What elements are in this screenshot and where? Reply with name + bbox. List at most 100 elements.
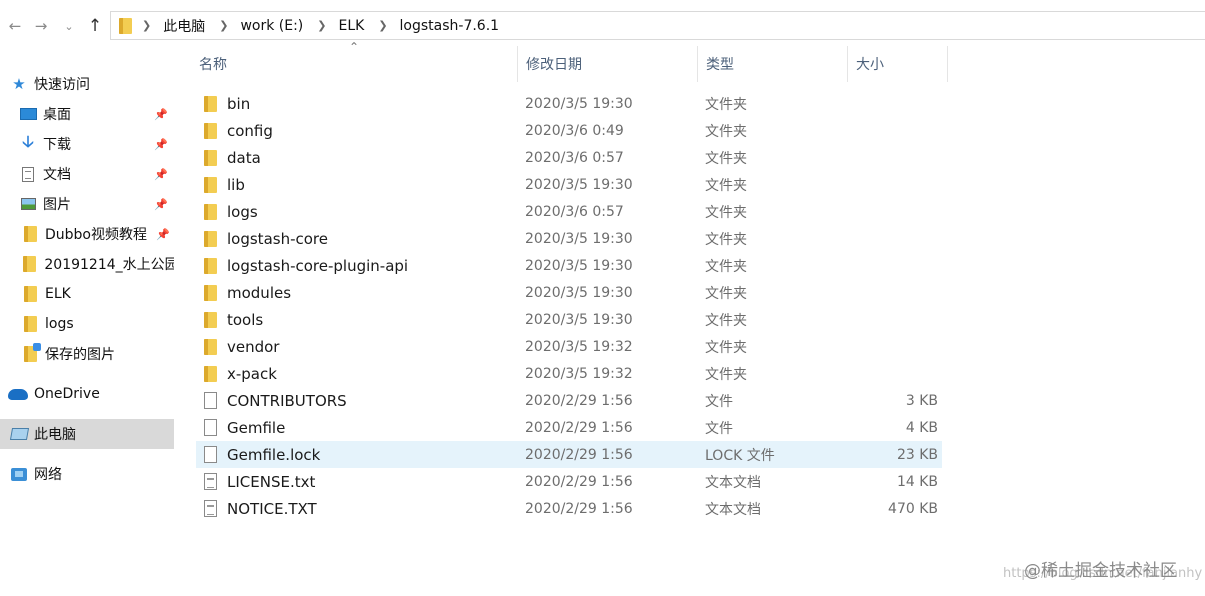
table-row[interactable]: CONTRIBUTORS 2020/2/29 1:56 文件 3 KB xyxy=(196,387,942,414)
table-row[interactable]: logs 2020/3/6 0:57 文件夹 xyxy=(196,198,942,225)
file-type: 文件夹 xyxy=(705,258,747,275)
table-row[interactable]: bin 2020/3/5 19:30 文件夹 xyxy=(196,90,942,117)
up-button[interactable]: ↑ xyxy=(84,14,106,38)
sidebar-item-label: 快速访问 xyxy=(34,77,90,93)
table-row[interactable]: data 2020/3/6 0:57 文件夹 xyxy=(196,144,942,171)
file-type: 文本文档 xyxy=(705,474,761,491)
pin-icon[interactable]: 📌 xyxy=(154,138,168,151)
pin-icon[interactable]: 📌 xyxy=(154,198,168,211)
folder-icon xyxy=(23,343,41,362)
sidebar-item-label: 20191214_水上公园 xyxy=(44,257,174,273)
address-bar[interactable]: ❯ 此电脑 ❯ work (E:) ❯ ELK ❯ logstash-7.6.1 xyxy=(110,11,1205,40)
file-name: logs xyxy=(227,202,258,221)
pin-icon[interactable]: 📌 xyxy=(154,108,168,121)
file-name: bin xyxy=(227,94,251,113)
file-name: config xyxy=(227,121,273,140)
file-date: 2020/3/6 0:57 xyxy=(525,149,624,166)
folder-icon xyxy=(204,95,217,112)
column-header-size[interactable]: 大小 xyxy=(848,46,948,82)
folder-icon xyxy=(204,257,217,274)
breadcrumb-current[interactable]: logstash-7.6.1 xyxy=(400,18,500,34)
sidebar-item-documents[interactable]: 文档 📌 xyxy=(0,159,174,189)
watermark-text: @稀土掘金技术社区 xyxy=(1024,561,1177,581)
column-header-type[interactable]: 类型 xyxy=(698,46,848,82)
chevron-right-icon: ❯ xyxy=(142,19,152,32)
computer-icon xyxy=(9,428,29,440)
folder-icon xyxy=(204,149,217,166)
cloud-icon xyxy=(8,388,28,400)
sidebar-item-saved-pictures[interactable]: 保存的图片 xyxy=(0,339,174,369)
folder-icon xyxy=(23,226,37,242)
file-icon xyxy=(204,446,217,463)
file-size: 3 KB xyxy=(905,392,938,409)
column-header-date[interactable]: 修改日期 xyxy=(518,46,698,82)
folder-icon xyxy=(23,316,37,332)
sidebar-item-pictures[interactable]: 图片 📌 xyxy=(0,189,174,219)
sidebar-item-20191214[interactable]: 20191214_水上公园 xyxy=(0,249,174,279)
sidebar-item-desktop[interactable]: 桌面 📌 xyxy=(0,99,174,129)
sidebar-item-this-pc[interactable]: 此电脑 xyxy=(0,419,174,449)
back-button[interactable]: ← xyxy=(4,14,26,38)
forward-button[interactable]: → xyxy=(30,14,52,38)
file-date: 2020/3/5 19:30 xyxy=(525,95,633,112)
table-row[interactable]: lib 2020/3/5 19:30 文件夹 xyxy=(196,171,942,198)
file-name: Gemfile xyxy=(227,418,286,437)
folder-icon xyxy=(204,365,217,382)
file-date: 2020/3/5 19:30 xyxy=(525,230,633,247)
chevron-right-icon[interactable]: ❯ xyxy=(378,19,387,32)
sidebar-item-label: 文档 xyxy=(43,167,71,183)
sidebar-item-dubbo[interactable]: Dubbo视频教程 📌 xyxy=(0,219,174,249)
table-row[interactable]: vendor 2020/3/5 19:32 文件夹 xyxy=(196,333,942,360)
sidebar-item-elk[interactable]: ELK xyxy=(0,279,174,309)
folder-icon xyxy=(204,176,217,193)
chevron-down-icon: ⌄ xyxy=(64,19,74,33)
column-header-label: 修改日期 xyxy=(526,57,582,73)
folder-icon xyxy=(204,122,217,139)
table-row[interactable]: logstash-core-plugin-api 2020/3/5 19:30 … xyxy=(196,252,942,279)
pictures-icon xyxy=(20,198,36,210)
chevron-right-icon[interactable]: ❯ xyxy=(317,19,326,32)
table-row[interactable]: logstash-core 2020/3/5 19:30 文件夹 xyxy=(196,225,942,252)
chevron-right-icon[interactable]: ❯ xyxy=(219,19,228,32)
table-row[interactable]: Gemfile 2020/2/29 1:56 文件 4 KB xyxy=(196,414,942,441)
file-size: 23 KB xyxy=(896,446,938,463)
file-name: x-pack xyxy=(227,364,277,383)
sidebar-item-logs[interactable]: logs xyxy=(0,309,174,339)
file-date: 2020/3/6 0:49 xyxy=(525,122,624,139)
folder-icon xyxy=(23,256,37,272)
folder-icon xyxy=(204,230,217,247)
file-name: logstash-core-plugin-api xyxy=(227,256,409,275)
navigation-pane: ★ 快速访问 桌面 📌 🡣 下载 📌 文档 📌 图片 📌 Dubbo视频教程 📌 xyxy=(0,60,176,596)
column-header-label: 大小 xyxy=(856,57,884,73)
breadcrumb-this-pc[interactable]: 此电脑 xyxy=(163,16,205,36)
recent-locations-button[interactable]: ⌄ xyxy=(58,14,80,38)
file-date: 2020/3/5 19:32 xyxy=(525,365,633,382)
file-type: 文件夹 xyxy=(705,285,747,302)
file-name: logstash-core xyxy=(227,229,328,248)
file-date: 2020/2/29 1:56 xyxy=(525,446,633,463)
file-name: modules xyxy=(227,283,292,302)
sidebar-item-label: 保存的图片 xyxy=(45,347,115,363)
table-row[interactable]: x-pack 2020/3/5 19:32 文件夹 xyxy=(196,360,942,387)
pin-icon[interactable]: 📌 xyxy=(156,228,170,241)
sidebar-item-onedrive[interactable]: OneDrive xyxy=(0,379,174,409)
table-row[interactable]: Gemfile.lock 2020/2/29 1:56 LOCK 文件 23 K… xyxy=(196,441,942,468)
sidebar-item-quick-access[interactable]: ★ 快速访问 xyxy=(0,69,174,99)
sidebar-item-network[interactable]: 网络 xyxy=(0,459,174,489)
pin-icon[interactable]: 📌 xyxy=(154,168,168,181)
breadcrumb-drive[interactable]: work (E:) xyxy=(240,18,303,34)
file-date: 2020/2/29 1:56 xyxy=(525,473,633,490)
file-type: 文件夹 xyxy=(705,204,747,221)
table-row[interactable]: modules 2020/3/5 19:30 文件夹 xyxy=(196,279,942,306)
breadcrumb-elk[interactable]: ELK xyxy=(338,18,364,34)
table-row[interactable]: tools 2020/3/5 19:30 文件夹 xyxy=(196,306,942,333)
table-row[interactable]: config 2020/3/6 0:49 文件夹 xyxy=(196,117,942,144)
sidebar-item-downloads[interactable]: 🡣 下载 📌 xyxy=(0,129,174,159)
column-header-name[interactable]: 名称 xyxy=(191,46,518,82)
table-row[interactable]: LICENSE.txt 2020/2/29 1:56 文本文档 14 KB xyxy=(196,468,942,495)
folder-icon xyxy=(204,338,217,355)
column-header-label: 类型 xyxy=(706,57,734,73)
sidebar-item-label: 下载 xyxy=(43,137,71,153)
table-row[interactable]: NOTICE.TXT 2020/2/29 1:56 文本文档 470 KB xyxy=(196,495,942,522)
file-date: 2020/3/5 19:30 xyxy=(525,257,633,274)
